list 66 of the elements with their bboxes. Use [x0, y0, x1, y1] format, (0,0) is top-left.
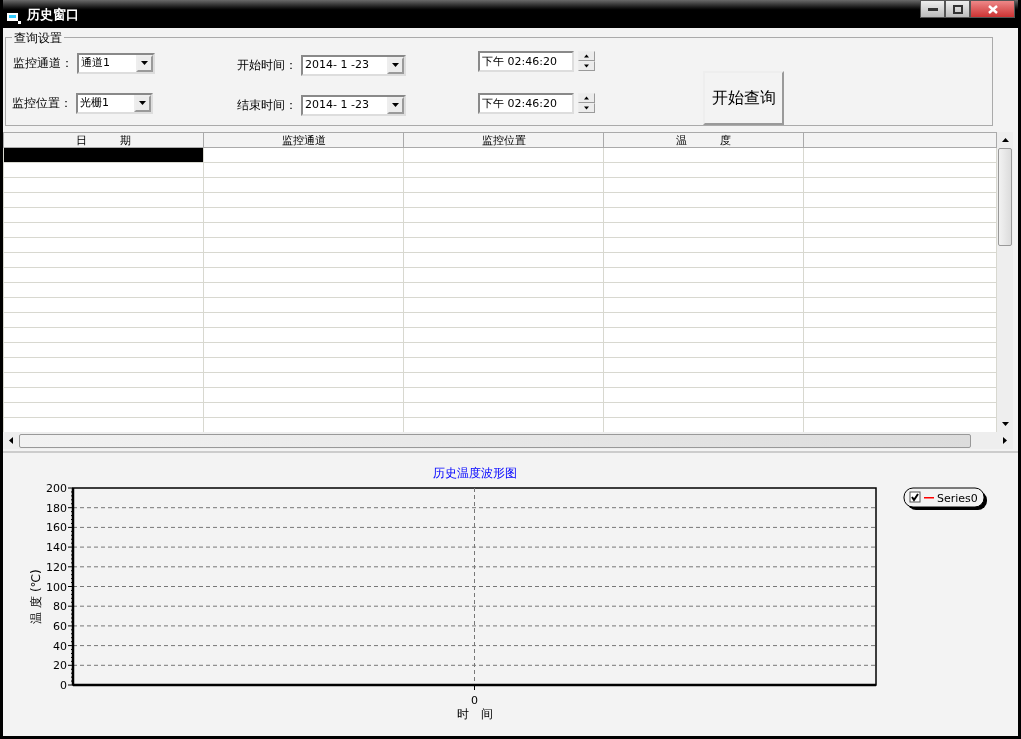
- spin-up-button[interactable]: [578, 51, 595, 61]
- chart-title: 历史温度波形图: [432, 466, 517, 480]
- maximize-icon: [952, 4, 963, 14]
- x-tick-label: 0: [471, 694, 478, 707]
- dropdown-button[interactable]: [136, 54, 153, 72]
- y-axis-label: 温 度 (℃): [29, 569, 43, 624]
- minimize-button[interactable]: [920, 0, 945, 18]
- time-field[interactable]: 下午 02:46:20: [478, 50, 574, 72]
- y-tick-label: 20: [53, 659, 67, 673]
- caret-icon: [392, 63, 399, 67]
- up-arrow-icon: [584, 54, 589, 58]
- y-tick-label: 120: [46, 560, 67, 574]
- close-button[interactable]: [970, 0, 1015, 18]
- column-header[interactable]: 温 度: [603, 132, 804, 148]
- down-arrow-icon: [1001, 422, 1009, 426]
- y-tick-label: 200: [46, 482, 67, 495]
- horizontal-scrollbar[interactable]: [3, 432, 1013, 449]
- vertical-scrollbar[interactable]: [997, 132, 1013, 432]
- spin-down-button[interactable]: [578, 61, 595, 71]
- dropdown-button[interactable]: [387, 56, 404, 74]
- dropdown-button[interactable]: [134, 94, 151, 112]
- spin-down-button[interactable]: [578, 103, 595, 113]
- up-arrow-icon: [1001, 138, 1009, 142]
- field-label: 监控通道：: [13, 55, 73, 72]
- date-combo[interactable]: 2014- 1 -23: [301, 94, 406, 116]
- position-combo[interactable]: 光栅1: [76, 92, 153, 114]
- y-tick-label: 160: [46, 521, 67, 535]
- column-header[interactable]: 监控位置: [403, 132, 604, 148]
- field-label: 监控位置：: [12, 95, 72, 112]
- scroll-thumb[interactable]: [998, 148, 1012, 246]
- left-arrow-icon: [9, 437, 13, 444]
- scroll-thumb[interactable]: [19, 433, 971, 448]
- time-field[interactable]: 下午 02:46:20: [478, 92, 574, 114]
- column-header[interactable]: 日 期: [3, 132, 204, 148]
- caret-icon: [392, 103, 399, 107]
- legend-label: Series0: [937, 491, 978, 505]
- field-label: 结束时间：: [237, 97, 297, 114]
- close-icon: [987, 4, 998, 14]
- y-tick-label: 0: [60, 679, 67, 692]
- legend-checkbox[interactable]: [909, 491, 921, 503]
- y-tick-label: 40: [53, 639, 67, 653]
- field-label: 开始时间：: [237, 57, 297, 74]
- down-arrow-icon: [584, 64, 589, 68]
- caret-icon: [141, 61, 148, 65]
- x-axis-label: 时 间: [456, 707, 493, 721]
- right-arrow-icon: [1003, 437, 1007, 444]
- channel-combo[interactable]: 通道1: [77, 52, 155, 74]
- maximize-button[interactable]: [945, 0, 970, 18]
- up-arrow-icon: [584, 96, 589, 100]
- y-tick-label: 80: [53, 600, 67, 614]
- y-tick-label: 140: [46, 541, 67, 555]
- window-icon: [7, 12, 21, 24]
- minimize-icon: [927, 7, 938, 11]
- window-title: 历史窗口: [27, 5, 79, 24]
- down-arrow-icon: [584, 106, 589, 110]
- column-header[interactable]: 监控通道: [203, 132, 404, 148]
- y-tick-label: 180: [46, 501, 67, 515]
- group-title: 查询设置: [12, 29, 64, 47]
- legend[interactable]: [903, 487, 987, 510]
- dropdown-button[interactable]: [387, 96, 404, 114]
- y-tick-label: 60: [53, 619, 67, 633]
- y-tick-label: 100: [46, 580, 67, 594]
- date-combo[interactable]: 2014- 1 -23: [301, 54, 406, 76]
- spin-up-button[interactable]: [578, 93, 595, 103]
- query-button[interactable]: 开始查询: [703, 71, 784, 125]
- caret-icon: [139, 101, 146, 105]
